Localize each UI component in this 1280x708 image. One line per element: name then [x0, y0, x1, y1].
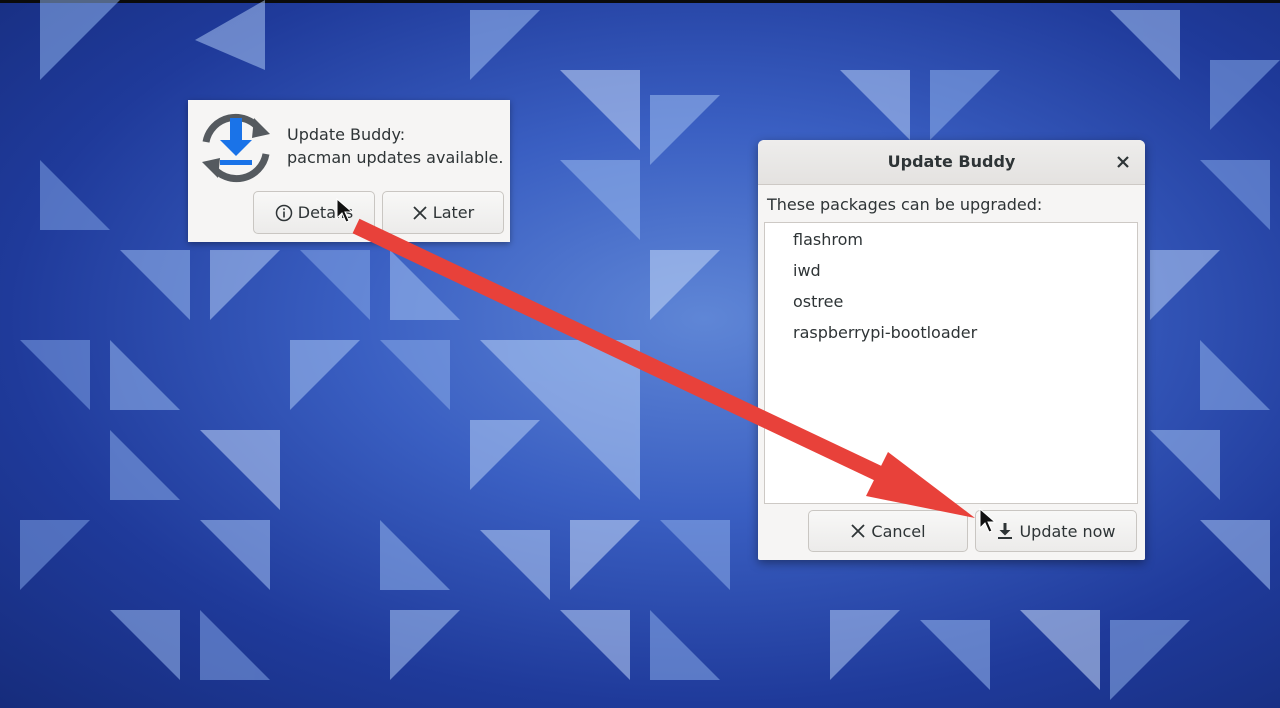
details-button[interactable]: Details: [253, 191, 375, 234]
cancel-button-label: Cancel: [871, 521, 926, 541]
dialog-titlebar[interactable]: Update Buddy: [758, 140, 1145, 185]
update-now-button-label: Update now: [1019, 521, 1116, 541]
package-list[interactable]: flashrom iwd ostree raspberrypi-bootload…: [764, 222, 1138, 504]
cancel-button[interactable]: Cancel: [808, 510, 968, 552]
info-icon: [275, 204, 293, 222]
list-item[interactable]: iwd: [793, 261, 821, 280]
close-button[interactable]: [1111, 150, 1135, 174]
update-notification: Update Buddy: pacman updates available. …: [188, 100, 510, 242]
download-icon: [996, 522, 1014, 540]
close-icon: [1117, 156, 1129, 168]
desktop: Update Buddy: pacman updates available. …: [0, 0, 1280, 708]
notification-app-name: Update Buddy:: [287, 125, 406, 144]
close-x-icon: [412, 205, 428, 221]
update-buddy-dialog: Update Buddy These packages can be upgra…: [758, 140, 1145, 560]
close-x-icon: [850, 523, 866, 539]
notification-message: pacman updates available.: [287, 148, 504, 167]
details-button-label: Details: [297, 203, 354, 222]
download-sync-icon: [202, 113, 270, 183]
list-item[interactable]: ostree: [793, 292, 843, 311]
dialog-prompt: These packages can be upgraded:: [767, 195, 1043, 214]
later-button[interactable]: Later: [382, 191, 504, 234]
dialog-title: Update Buddy: [887, 152, 1016, 171]
list-item[interactable]: raspberrypi-bootloader: [793, 323, 977, 342]
later-button-label: Later: [432, 203, 475, 222]
list-item[interactable]: flashrom: [793, 230, 863, 249]
update-now-button[interactable]: Update now: [975, 510, 1137, 552]
